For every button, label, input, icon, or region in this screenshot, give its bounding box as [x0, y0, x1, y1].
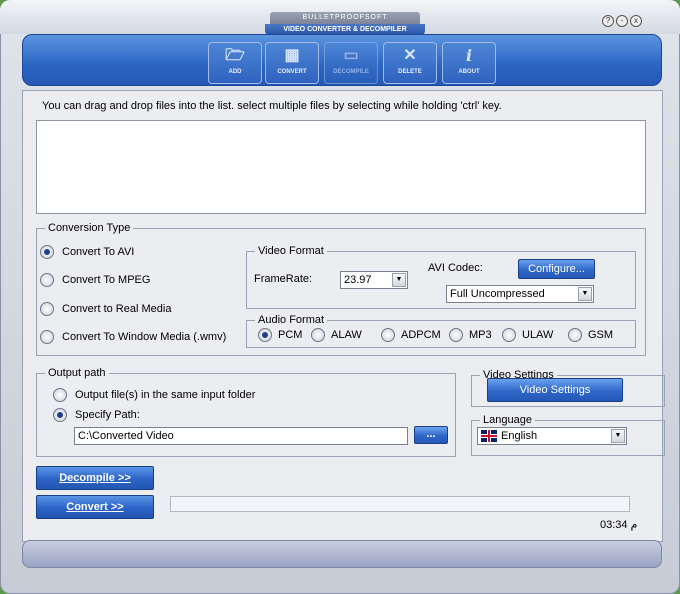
avi-codec-label: AVI Codec:	[428, 262, 483, 274]
language-value: English	[501, 430, 538, 442]
specify-path-option[interactable]: Specify Path:	[53, 408, 140, 422]
browse-button[interactable]: ...	[414, 426, 448, 444]
brand-label: BULLETPROOFSOFT	[270, 12, 420, 24]
delete-button-label: DELETE	[398, 69, 422, 75]
audio-mp3-label: MP3	[469, 329, 492, 341]
radio-button[interactable]	[381, 328, 395, 342]
delete-x-icon: ✕	[403, 47, 417, 64]
decompile-button[interactable]: Decompile >>	[36, 466, 154, 490]
audio-pcm-option[interactable]: PCM	[258, 328, 302, 342]
decompile-toolbar-label: DECOMPILE	[333, 69, 369, 75]
minimize-icon[interactable]: -	[616, 15, 628, 27]
output-path-input[interactable]: C:\Converted Video	[74, 427, 408, 445]
folder-open-icon: 🗁	[225, 47, 245, 64]
radio-button[interactable]	[568, 328, 582, 342]
language-legend: Language	[483, 414, 532, 426]
about-button[interactable]: i ABOUT	[442, 42, 496, 84]
status-time: 03:34 م	[600, 519, 638, 531]
chevron-down-icon[interactable]: ▼	[578, 287, 592, 301]
convert-avi-option[interactable]: Convert To AVI	[40, 245, 134, 259]
same-folder-option[interactable]: Output file(s) in the same input folder	[53, 388, 255, 402]
audio-gsm-option[interactable]: GSM	[568, 328, 613, 342]
chevron-down-icon[interactable]: ▼	[392, 273, 406, 287]
audio-ulaw-label: ULAW	[522, 329, 554, 341]
language-select[interactable]: English ▼	[477, 427, 627, 445]
info-icon: i	[465, 46, 473, 65]
convert-real-media-label: Convert to Real Media	[62, 303, 172, 315]
video-settings-button[interactable]: Video Settings	[487, 378, 623, 402]
convert-toolbar-label: CONVERT	[277, 69, 307, 75]
radio-button[interactable]	[40, 273, 54, 287]
convert-mpeg-label: Convert To MPEG	[62, 274, 151, 286]
radio-button[interactable]	[40, 302, 54, 316]
progress-bar	[170, 496, 630, 512]
bottom-bar	[22, 540, 662, 568]
specify-path-label: Specify Path:	[75, 409, 140, 421]
video-format-legend: Video Format	[258, 245, 324, 257]
framerate-label: FrameRate:	[254, 273, 313, 285]
radio-button[interactable]	[53, 388, 67, 402]
convert-avi-label: Convert To AVI	[62, 246, 135, 258]
convert-mpeg-option[interactable]: Convert To MPEG	[40, 273, 150, 287]
radio-button[interactable]	[258, 328, 272, 342]
close-icon[interactable]: x	[630, 15, 642, 27]
audio-format-legend: Audio Format	[258, 314, 325, 326]
audio-alaw-option[interactable]: ALAW	[311, 328, 362, 342]
chevron-down-icon[interactable]: ▼	[611, 429, 625, 443]
about-button-label: ABOUT	[458, 69, 480, 75]
radio-button[interactable]	[502, 328, 516, 342]
audio-alaw-label: ALAW	[331, 329, 362, 341]
decompile-toolbar-button[interactable]: ▭ DECOMPILE	[324, 42, 378, 84]
audio-mp3-option[interactable]: MP3	[449, 328, 492, 342]
uk-flag-icon	[481, 430, 497, 443]
radio-button[interactable]	[53, 408, 67, 422]
audio-adpcm-label: ADPCM	[401, 329, 441, 341]
framerate-select[interactable]: 23.97 ▼	[340, 271, 408, 289]
radio-button[interactable]	[449, 328, 463, 342]
window-controls: ? - x	[602, 15, 642, 27]
audio-pcm-label: PCM	[278, 329, 303, 341]
avi-codec-value: Full Uncompressed	[450, 288, 545, 300]
radio-button[interactable]	[40, 330, 54, 344]
conversion-type-legend: Conversion Type	[48, 222, 131, 234]
radio-button[interactable]	[40, 245, 54, 259]
delete-button[interactable]: ✕ DELETE	[383, 42, 437, 84]
audio-ulaw-option[interactable]: ULAW	[502, 328, 553, 342]
output-path-legend: Output path	[48, 367, 106, 379]
add-button-label: ADD	[228, 69, 242, 75]
audio-adpcm-option[interactable]: ADPCM	[381, 328, 441, 342]
radio-button[interactable]	[311, 328, 325, 342]
add-button[interactable]: 🗁 ADD	[208, 42, 262, 84]
configure-button[interactable]: Configure...	[518, 259, 595, 279]
film-icon: ▭	[343, 47, 359, 64]
avi-codec-select[interactable]: Full Uncompressed ▼	[446, 285, 594, 303]
audio-gsm-label: GSM	[588, 329, 614, 341]
convert-button[interactable]: Convert >>	[36, 495, 154, 519]
same-folder-label: Output file(s) in the same input folder	[75, 389, 256, 401]
convert-wmv-option[interactable]: Convert To Window Media (.wmv)	[40, 330, 226, 344]
convert-wmv-label: Convert To Window Media (.wmv)	[62, 331, 227, 343]
grid-icon: ▦	[284, 47, 300, 64]
file-list[interactable]	[36, 120, 646, 214]
framerate-value: 23.97	[344, 274, 372, 286]
help-icon[interactable]: ?	[602, 15, 614, 27]
drag-drop-hint: You can drag and drop files into the lis…	[42, 100, 502, 112]
convert-toolbar-button[interactable]: ▦ CONVERT	[265, 42, 319, 84]
convert-real-media-option[interactable]: Convert to Real Media	[40, 302, 171, 316]
